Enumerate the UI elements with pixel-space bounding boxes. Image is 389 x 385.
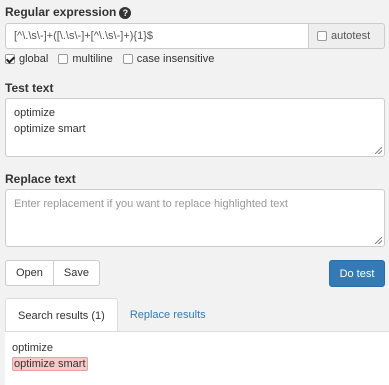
resize-handle[interactable] — [375, 147, 382, 154]
tab-search-results[interactable]: Search results (1) — [5, 298, 118, 332]
test-text-line: optimize — [14, 107, 55, 119]
test-text-label: Test text — [5, 81, 54, 95]
regex-label-text: Regular expression — [5, 5, 117, 19]
replace-text-area[interactable]: Enter replacement if you want to replace… — [5, 189, 385, 247]
regex-input-group: autotest — [5, 23, 385, 49]
file-button-group: Open Save — [5, 260, 100, 286]
flag-global[interactable]: global — [5, 53, 48, 65]
regex-input[interactable] — [5, 23, 309, 49]
autotest-toggle[interactable]: autotest — [309, 23, 385, 49]
save-button[interactable]: Save — [53, 260, 100, 286]
flag-global-label: global — [19, 53, 49, 65]
resize-handle[interactable] — [375, 237, 382, 244]
regex-label: Regular expression? — [5, 5, 132, 19]
flag-multiline-label: multiline — [72, 53, 113, 65]
question-circle-icon[interactable]: ? — [119, 7, 132, 19]
results-tabs: Search results (1) Replace results — [5, 298, 218, 332]
autotest-label: autotest — [331, 30, 371, 42]
multiline-checkbox[interactable] — [58, 54, 69, 64]
do-test-button[interactable]: Do test — [329, 260, 385, 287]
autotest-checkbox[interactable] — [317, 31, 327, 41]
case-insensitive-checkbox[interactable] — [122, 54, 133, 64]
search-results-panel: optimize optimize smart — [5, 331, 389, 385]
result-line: optimize — [12, 342, 53, 354]
replace-text-placeholder: Enter replacement if you want to replace… — [14, 198, 288, 210]
regex-flags: global multiline case insensitive — [5, 53, 214, 65]
open-button[interactable]: Open — [5, 260, 54, 286]
global-checkbox[interactable] — [5, 54, 15, 64]
test-text-line: optimize smart — [14, 123, 86, 135]
flag-case-insensitive[interactable]: case insensitive — [122, 53, 215, 65]
flag-multiline[interactable]: multiline — [58, 53, 113, 65]
result-match-highlight: optimize smart — [12, 357, 88, 371]
replace-text-label: Replace text — [5, 172, 76, 186]
flag-case-insensitive-label: case insensitive — [136, 53, 215, 65]
test-text-area[interactable]: optimize optimize smart — [5, 98, 385, 157]
tab-replace-results[interactable]: Replace results — [118, 298, 218, 332]
